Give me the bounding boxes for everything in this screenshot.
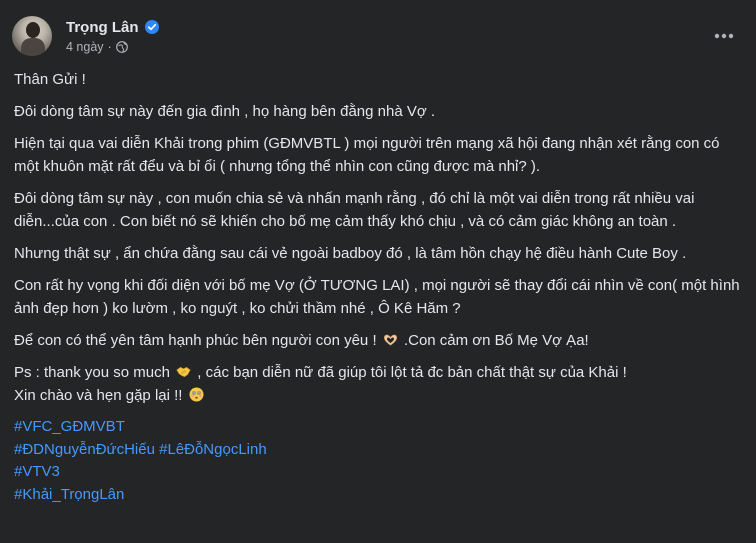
avatar[interactable] — [12, 16, 52, 56]
post-paragraph-ps: Ps : thank you so much , các bạn diễn nữ… — [14, 361, 742, 407]
post-timestamp[interactable]: 4 ngày — [66, 40, 104, 54]
ps-closing-text: Xin chào và hẹn gặp lại !! — [14, 387, 183, 404]
ps-text-continued: , các bạn diễn nữ đã giúp tôi lột tả đc … — [197, 364, 627, 381]
post-paragraph: Thân Gửi ! — [14, 71, 86, 88]
facebook-post: Trọng Lân 4 ngày · Thân Gửi ! Đôi dòng t… — [0, 0, 756, 543]
thanks-text: Để con có thể yên tâm hạnh phúc bên ngườ… — [14, 332, 377, 349]
verified-badge-icon — [144, 20, 159, 34]
globe-icon[interactable] — [115, 40, 128, 53]
flushed-face-emoji — [189, 386, 204, 402]
heart-hands-emoji — [383, 331, 398, 346]
post-paragraph: Nhưng thật sự , ẩn chứa đằng sau cái vẻ … — [14, 245, 687, 262]
hashtag-link[interactable]: #Khải_TrọngLân — [14, 484, 742, 507]
more-horizontal-icon — [714, 33, 734, 39]
hashtag-link[interactable]: #VFC_GĐMVBT — [14, 416, 742, 439]
post-subtitle: 4 ngày · — [66, 40, 159, 54]
thanks-text-end: .Con cảm ơn Bố Mẹ Vợ Ạa! — [403, 332, 589, 349]
post-paragraph-thanks: Để con có thể yên tâm hạnh phúc bên ngườ… — [14, 329, 742, 352]
post-paragraph: Con rất hy vọng khi đối diện với bố mẹ V… — [14, 277, 740, 317]
author-row: Trọng Lân — [66, 19, 159, 36]
more-options-button[interactable] — [706, 18, 742, 54]
ps-text: Ps : thank you so much — [14, 364, 170, 381]
author-name[interactable]: Trọng Lân — [66, 19, 139, 36]
hashtag-list: #VFC_GĐMVBT #ĐDNguyễnĐứcHiếu #LêĐỗNgọcLi… — [14, 416, 742, 506]
post-body: Thân Gửi ! Đôi dòng tâm sự này đến gia đ… — [0, 60, 756, 506]
hashtag-link[interactable]: #VTV3 — [14, 461, 742, 484]
post-paragraph: Đôi dòng tâm sự này đến gia đình , họ hà… — [14, 103, 436, 120]
hashtag-link[interactable]: #ĐDNguyễnĐứcHiếu #LêĐỗNgọcLinh — [14, 439, 742, 462]
post-paragraph: Đôi dòng tâm sự này , con muốn chia sẻ v… — [14, 190, 695, 230]
post-header: Trọng Lân 4 ngày · — [12, 12, 744, 60]
meta-separator: · — [107, 39, 112, 54]
post-paragraph: Hiện tại qua vai diễn Khải trong phim (G… — [14, 135, 720, 175]
post-meta: Trọng Lân 4 ngày · — [66, 19, 159, 54]
handshake-emoji — [176, 363, 191, 378]
